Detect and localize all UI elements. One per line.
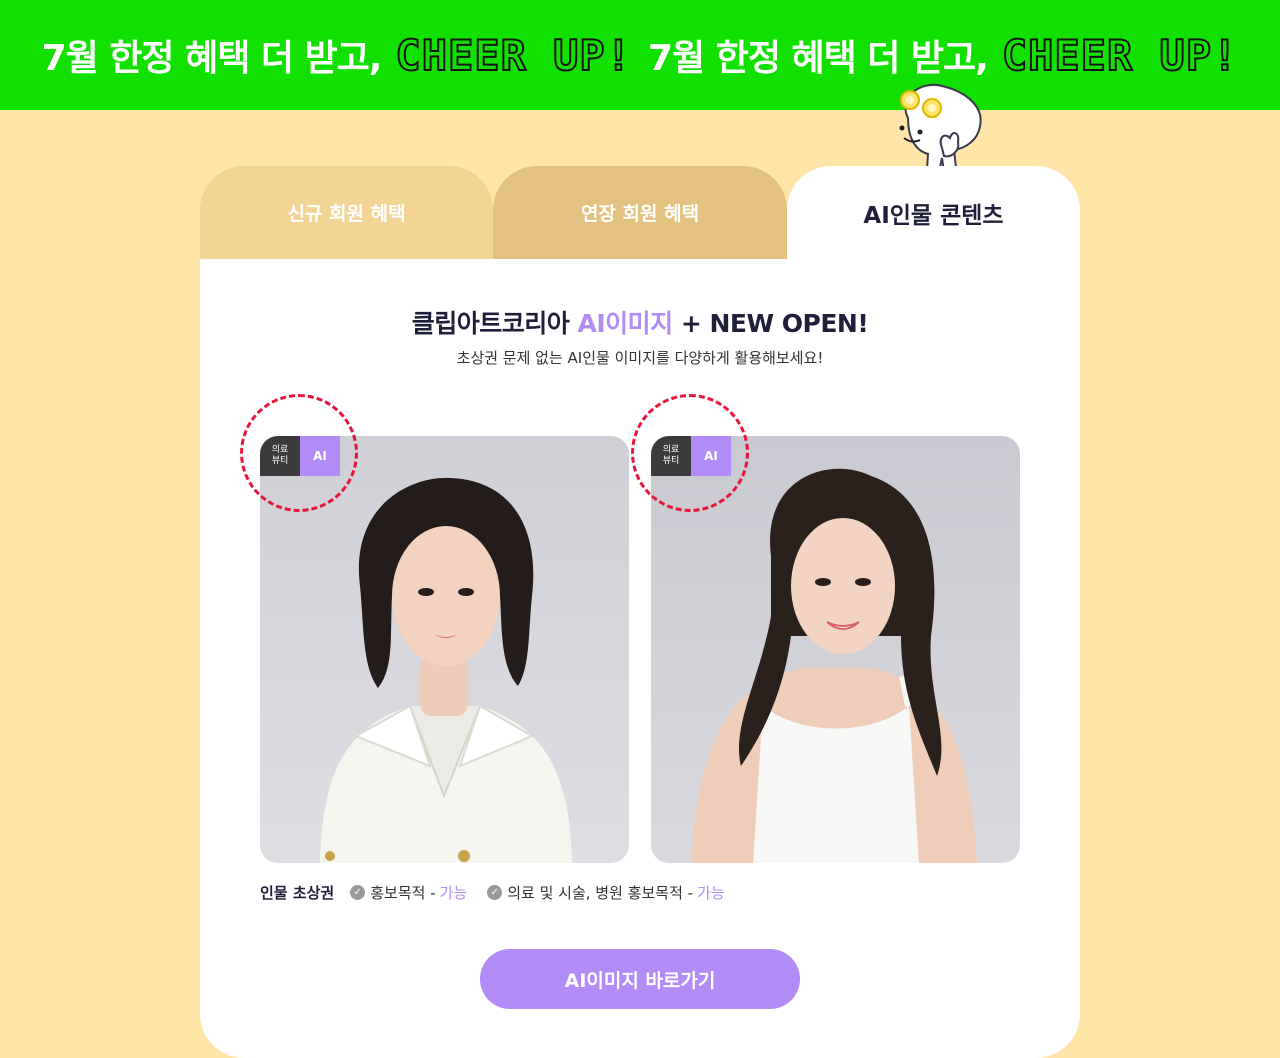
- rights-label: 의료 및 시술, 병원 홍보목적 -: [507, 884, 694, 902]
- subtitle: 초상권 문제 없는 AI인물 이미지를 다양하게 활용해보세요!: [456, 349, 824, 367]
- banner-segment: 7월 한정 혜택 더 받고, CHEER UP!: [648, 29, 1238, 81]
- rights-status: 가능: [697, 884, 725, 902]
- banner-text: 7월 한정 혜택 더 받고,: [41, 38, 383, 79]
- banner-slogan: CHEER UP!: [1001, 30, 1239, 81]
- tab-new-member[interactable]: 신규 회원 혜택: [200, 166, 493, 259]
- rights-item: ✓ 의료 및 시술, 병원 홍보목적 - 가능: [487, 882, 725, 903]
- check-icon: ✓: [487, 885, 503, 900]
- banner-segment: 7월 한정 혜택 더 받고, CHEER UP!: [42, 29, 632, 81]
- headline-suffix: + NEW OPEN!: [672, 309, 869, 338]
- headline: 클립아트코리아 AI이미지 + NEW OPEN!: [200, 304, 1080, 340]
- benefit-card: 신규 회원 혜택 연장 회원 혜택 AI인물 콘텐츠 클립아트코리아 AI이미지…: [200, 166, 1080, 1058]
- headline-highlight: AI이미지: [577, 309, 673, 338]
- portrait-rights-info: 인물 초상권 ✓ 홍보목적 - 가능 ✓ 의료 및 시술, 병원 홍보목적 - …: [260, 882, 745, 903]
- headline-text: 클립아트코리아: [411, 309, 578, 338]
- banner-text: 7월 한정 혜택 더 받고,: [648, 38, 989, 79]
- ai-image-shortcut-button[interactable]: AI이미지 바로가기: [480, 949, 800, 1009]
- rights-item: ✓ 홍보목적 - 가능: [350, 882, 467, 903]
- tab-ai-content[interactable]: AI인물 콘텐츠: [787, 166, 1080, 259]
- highlight-ring: [240, 394, 358, 512]
- banner-slogan: CHEER UP!: [394, 30, 632, 81]
- tab-panel: 클립아트코리아 AI이미지 + NEW OPEN! 초상권 문제 없는 AI인물…: [200, 259, 1080, 1058]
- promo-banner: 7월 한정 혜택 더 받고, CHEER UP! 7월 한정 혜택 더 받고, …: [0, 0, 1280, 110]
- rights-status: 가능: [439, 884, 468, 902]
- highlight-ring: [631, 394, 749, 512]
- rights-label: 홍보목적 -: [370, 884, 436, 902]
- check-icon: ✓: [350, 885, 366, 900]
- rights-title: 인물 초상권: [260, 884, 335, 902]
- tab-renew-member[interactable]: 연장 회원 혜택: [493, 166, 787, 259]
